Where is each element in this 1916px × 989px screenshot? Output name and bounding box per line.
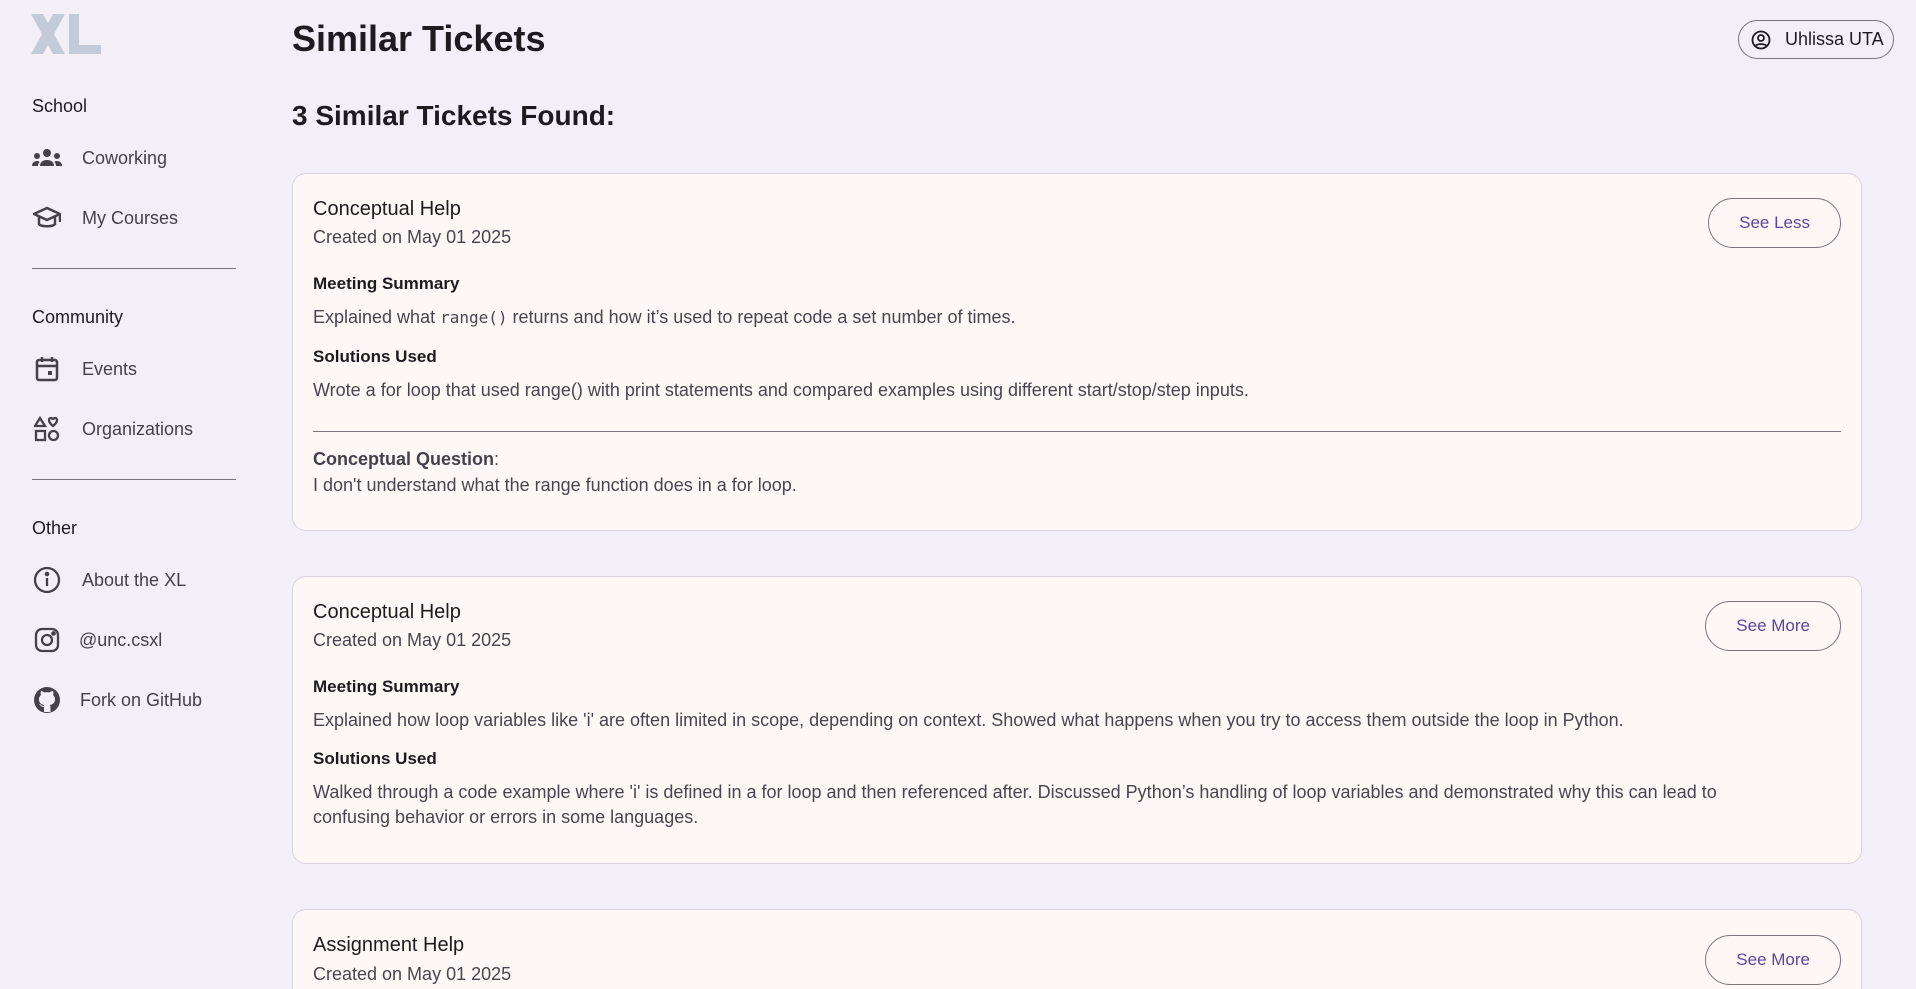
results-heading: 3 Similar Tickets Found: — [292, 100, 616, 131]
sidebar-item-github[interactable]: Fork on GitHub — [32, 680, 242, 720]
code-snippet: range() — [440, 308, 508, 327]
ticket-created-date: Created on May 01 2025 — [313, 227, 512, 247]
meeting-summary-text: Explained how loop variables like 'i' ar… — [313, 710, 1624, 730]
sidebar-item-about[interactable]: About the XL — [32, 560, 242, 600]
sidebar-item-instagram[interactable]: @unc.csxl — [32, 620, 242, 660]
meeting-summary-heading: Meeting Summary — [313, 274, 460, 293]
github-icon — [32, 685, 62, 715]
see-more-button[interactable]: See More — [1705, 601, 1841, 651]
sidebar-item-organizations[interactable]: Organizations — [32, 409, 242, 449]
ticket-type: Conceptual Help — [313, 198, 461, 220]
ticket-type: Conceptual Help — [313, 601, 461, 623]
sidebar-divider — [32, 268, 236, 269]
solutions-used-text: Walked through a code example where 'i' … — [313, 782, 1717, 827]
sidebar-item-events[interactable]: Events — [32, 349, 242, 389]
solutions-used-text: Wrote a for loop that used range() with … — [313, 380, 1249, 400]
meeting-summary-text: Explained what range() returns and how i… — [313, 305, 1791, 330]
ticket-card: Conceptual Help Created on May 01 2025 S… — [292, 576, 1862, 864]
user-name: Uhlissa UTA — [1785, 29, 1884, 49]
solutions-used-heading: Solutions Used — [313, 749, 437, 768]
see-more-button[interactable]: See More — [1705, 935, 1841, 985]
sidebar-item-label: Events — [82, 358, 138, 379]
solutions-used-heading: Solutions Used — [313, 347, 437, 366]
account-circle-icon — [1751, 30, 1771, 49]
question-category: Conceptual Question — [313, 449, 495, 469]
question-colon: : — [494, 449, 500, 469]
section-label-school: School — [32, 96, 88, 116]
sidebar-item-coworking[interactable]: Coworking — [32, 138, 242, 178]
section-label-other: Other — [32, 518, 78, 538]
sidebar-item-label: My Courses — [82, 207, 179, 228]
summary-text-part: Explained what — [313, 307, 441, 327]
instagram-icon — [32, 625, 62, 655]
info-icon — [32, 565, 62, 595]
xl-logo-icon[interactable] — [31, 14, 101, 54]
sidebar-item-label: Fork on GitHub — [80, 689, 203, 710]
category-icon — [32, 414, 62, 444]
ticket-created-date: Created on May 01 2025 — [313, 630, 512, 650]
app-root: School Coworking My Courses Community Ev… — [0, 0, 1916, 989]
sidebar-item-label: Coworking — [82, 147, 168, 168]
school-icon — [32, 203, 62, 233]
page-title: Similar Tickets — [292, 18, 546, 59]
meeting-summary-heading: Meeting Summary — [313, 677, 460, 696]
sidebar-item-my-courses[interactable]: My Courses — [32, 198, 242, 238]
sidebar-divider — [32, 479, 236, 480]
user-profile-button[interactable]: Uhlissa UTA — [1738, 20, 1894, 59]
sidebar: School Coworking My Courses Community Ev… — [0, 0, 270, 989]
ticket-type: Assignment Help — [313, 934, 465, 956]
sidebar-item-label: About the XL — [82, 569, 187, 590]
summary-text-part: returns and how it’s used to repeat code… — [507, 307, 1016, 327]
ticket-created-date: Created on May 01 2025 — [313, 964, 512, 984]
ticket-card: Assignment Help Created on May 01 2025 S… — [292, 909, 1862, 989]
group-icon — [32, 143, 62, 173]
calendar-icon — [32, 354, 62, 384]
ticket-card: Conceptual Help Created on May 01 2025 S… — [292, 173, 1862, 531]
sidebar-item-label: @unc.csxl — [79, 629, 163, 650]
question-text: I don't understand what the range functi… — [313, 475, 797, 495]
card-divider — [313, 431, 1841, 432]
see-less-button[interactable]: See Less — [1708, 198, 1841, 248]
section-label-community: Community — [32, 307, 124, 327]
sidebar-item-label: Organizations — [82, 418, 194, 439]
question-label: Conceptual Question: — [313, 449, 499, 470]
